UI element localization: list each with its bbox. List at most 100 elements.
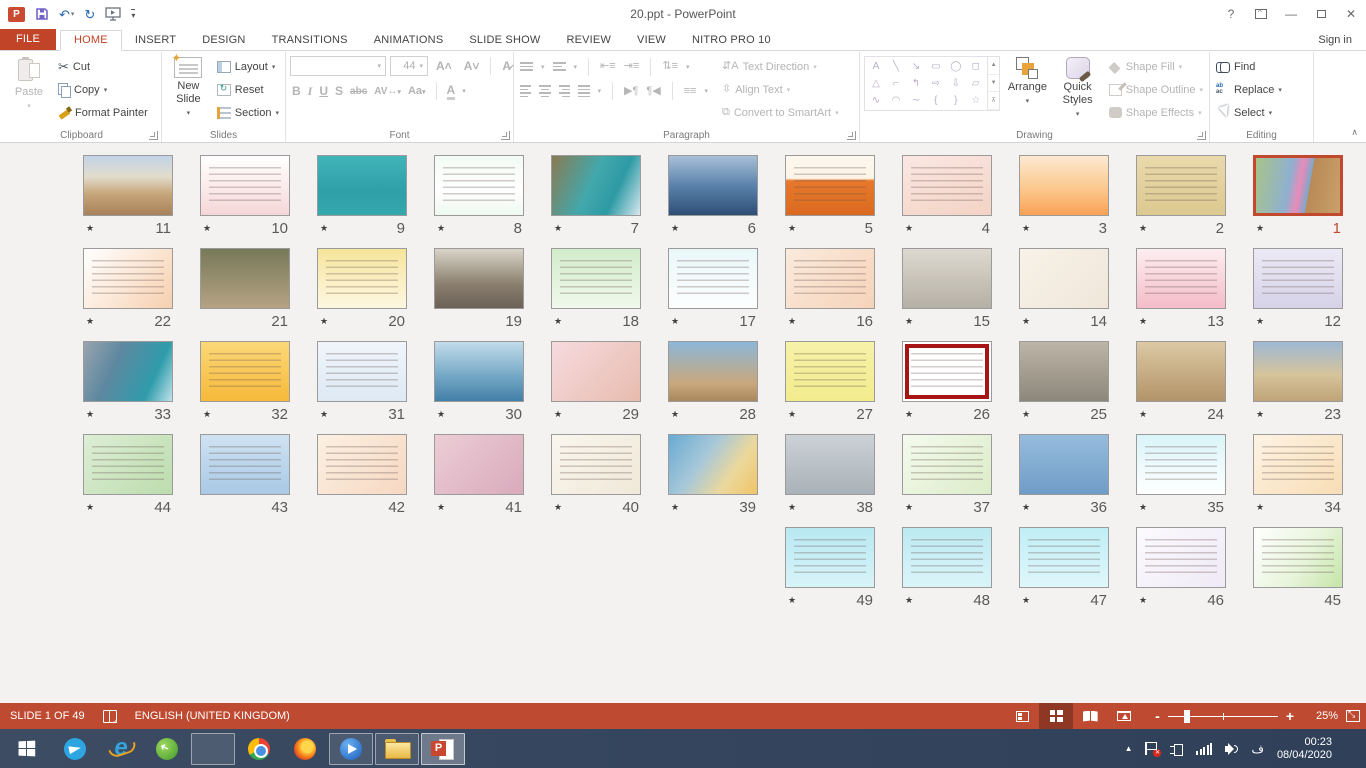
drawing-dialog-launcher[interactable] — [1197, 131, 1206, 140]
zoom-level[interactable]: 25% — [1304, 710, 1338, 722]
animation-star-icon[interactable]: ★ — [1256, 316, 1264, 327]
slide-thumbnail-4[interactable] — [902, 155, 992, 216]
slide-thumbnail-1[interactable] — [1253, 155, 1343, 216]
slide-thumbnail-41[interactable] — [434, 434, 524, 495]
right-to-left-icon[interactable]: ¶◀ — [646, 86, 660, 97]
slide-thumbnail-35[interactable] — [1136, 434, 1226, 495]
bold-button[interactable]: B — [292, 84, 301, 98]
tab-review[interactable]: REVIEW — [553, 31, 624, 50]
gallery-scroll-button[interactable]: ▼ — [988, 75, 1000, 93]
shrink-font-button[interactable]: A˅ — [460, 59, 484, 73]
close-button[interactable]: ✕ — [1336, 0, 1366, 28]
tab-animations[interactable]: ANIMATIONS — [361, 31, 457, 50]
slide-thumbnail-36[interactable] — [1019, 434, 1109, 495]
slide-thumbnail-33[interactable] — [83, 341, 173, 402]
format-painter-button[interactable]: Format Painter — [54, 101, 152, 124]
slide-thumbnail-3[interactable] — [1019, 155, 1109, 216]
slide-thumbnail-12[interactable] — [1253, 248, 1343, 309]
customize-qat-icon[interactable]: ▾ — [131, 9, 135, 20]
tab-view[interactable]: VIEW — [624, 31, 679, 50]
shape-glyph[interactable]: ▭ — [926, 58, 946, 75]
align-text-button[interactable]: ⇳Align Text▾ — [718, 78, 843, 101]
volume-icon[interactable] — [1225, 743, 1238, 755]
shape-glyph[interactable]: ╲ — [886, 58, 906, 75]
clear-formatting-button[interactable]: A̷ — [498, 59, 515, 73]
minimize-button[interactable]: — — [1276, 0, 1306, 28]
align-center-icon[interactable] — [539, 85, 550, 97]
slide-thumbnail-28[interactable] — [668, 341, 758, 402]
animation-star-icon[interactable]: ★ — [86, 316, 94, 327]
shape-glyph[interactable]: ◠ — [886, 92, 906, 109]
save-icon[interactable] — [35, 7, 49, 21]
animation-star-icon[interactable]: ★ — [1139, 502, 1147, 513]
font-color-button[interactable]: A — [447, 83, 456, 100]
slide-thumbnail-45[interactable] — [1253, 527, 1343, 588]
strikethrough-button[interactable]: abc — [350, 86, 367, 97]
shape-glyph[interactable]: ↘ — [906, 58, 926, 75]
slide-thumbnail-48[interactable] — [902, 527, 992, 588]
tab-slide-show[interactable]: SLIDE SHOW — [456, 31, 553, 50]
shape-glyph[interactable]: ☆ — [966, 92, 986, 109]
decrease-indent-icon[interactable]: ⇤≡ — [600, 61, 616, 72]
shape-glyph[interactable]: } — [946, 92, 966, 109]
zoom-in-button[interactable]: + — [1286, 709, 1294, 723]
slide-thumbnail-32[interactable] — [200, 341, 290, 402]
shape-glyph[interactable]: ⇩ — [946, 75, 966, 92]
new-slide-button[interactable]: ✦ New Slide▾ — [164, 54, 213, 126]
animation-star-icon[interactable]: ★ — [1022, 409, 1030, 420]
slide-thumbnail-47[interactable] — [1019, 527, 1109, 588]
slide-thumbnail-9[interactable] — [317, 155, 407, 216]
animation-star-icon[interactable]: ★ — [788, 316, 796, 327]
clipboard-dialog-launcher[interactable] — [149, 131, 158, 140]
taskbar-internet-explorer[interactable]: e — [99, 733, 143, 765]
align-left-icon[interactable] — [520, 85, 531, 97]
animation-star-icon[interactable]: ★ — [1139, 409, 1147, 420]
animation-star-icon[interactable]: ★ — [437, 223, 445, 234]
animation-star-icon[interactable]: ★ — [1022, 316, 1030, 327]
slide-thumbnail-2[interactable] — [1136, 155, 1226, 216]
slide-thumbnail-10[interactable] — [200, 155, 290, 216]
slide-thumbnail-26[interactable] — [902, 341, 992, 402]
slide-thumbnail-22[interactable] — [83, 248, 173, 309]
shape-effects-button[interactable]: Shape Effects▾ — [1105, 101, 1207, 124]
animation-star-icon[interactable]: ★ — [1256, 409, 1264, 420]
animation-star-icon[interactable]: ★ — [788, 595, 796, 606]
align-right-icon[interactable] — [559, 85, 570, 97]
slide-thumbnail-18[interactable] — [551, 248, 641, 309]
shape-glyph[interactable]: ◻ — [966, 58, 986, 75]
taskbar-powerpoint[interactable]: P — [421, 733, 465, 765]
slide-thumbnail-25[interactable] — [1019, 341, 1109, 402]
animation-star-icon[interactable]: ★ — [437, 502, 445, 513]
text-shadow-button[interactable]: S — [335, 84, 343, 98]
grow-font-button[interactable]: A˄ — [432, 59, 456, 73]
shape-glyph[interactable]: A — [866, 58, 886, 75]
animation-star-icon[interactable]: ★ — [905, 223, 913, 234]
animation-star-icon[interactable]: ★ — [203, 223, 211, 234]
animation-star-icon[interactable]: ★ — [86, 502, 94, 513]
animation-star-icon[interactable]: ★ — [554, 502, 562, 513]
show-hidden-icons-button[interactable]: ▲ — [1125, 744, 1133, 753]
undo-dropdown-icon[interactable]: ▾ — [71, 11, 75, 18]
animation-star-icon[interactable]: ★ — [671, 223, 679, 234]
slide-thumbnail-14[interactable] — [1019, 248, 1109, 309]
shape-glyph[interactable]: ◯ — [946, 58, 966, 75]
shape-glyph[interactable]: ∼ — [906, 92, 926, 109]
slide-thumbnail-42[interactable] — [317, 434, 407, 495]
slide-thumbnail-39[interactable] — [668, 434, 758, 495]
fit-slide-to-window-button[interactable] — [1346, 710, 1360, 722]
taskbar-media-player[interactable] — [329, 733, 373, 765]
slide-thumbnail-24[interactable] — [1136, 341, 1226, 402]
tab-insert[interactable]: INSERT — [122, 31, 189, 50]
animation-star-icon[interactable]: ★ — [788, 223, 796, 234]
animation-star-icon[interactable]: ★ — [905, 316, 913, 327]
animation-star-icon[interactable]: ★ — [1022, 223, 1030, 234]
cut-button[interactable]: ✂Cut — [54, 55, 152, 78]
font-size-combo[interactable]: 44▾ — [390, 56, 428, 76]
line-spacing-icon[interactable]: ⇅≡ — [662, 61, 678, 72]
slide-thumbnail-44[interactable] — [83, 434, 173, 495]
find-button[interactable]: Find — [1212, 55, 1286, 78]
taskbar-chrome[interactable] — [237, 733, 281, 765]
copy-button[interactable]: Copy▾ — [54, 78, 152, 101]
layout-button[interactable]: Layout▾ — [213, 55, 283, 78]
left-to-right-icon[interactable]: ▶¶ — [624, 86, 638, 97]
